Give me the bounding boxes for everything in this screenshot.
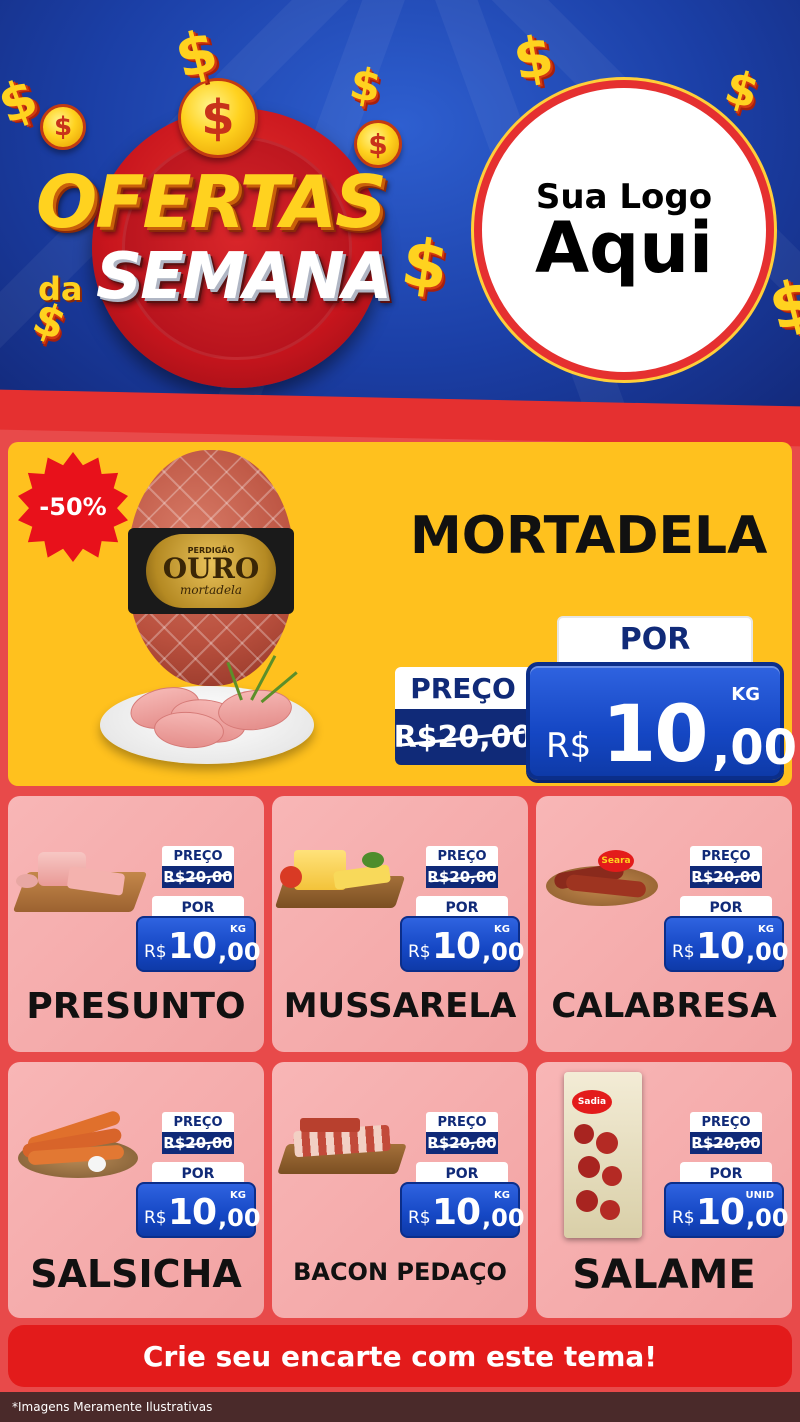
price-currency: R$ <box>546 726 592 766</box>
mortadela-label: PERDIGÃO OURO mortadela <box>146 534 276 608</box>
price-unit: KG <box>731 684 760 705</box>
preco-label: PREÇO <box>426 1112 498 1132</box>
product-name: SALAME <box>572 1252 756 1298</box>
price-unit: KG <box>494 1190 510 1201</box>
price-decimal: ,00 <box>746 1204 789 1232</box>
price-currency: R$ <box>672 942 695 962</box>
price-integer: 10 <box>432 1192 481 1233</box>
price-decimal: ,00 <box>482 1204 525 1232</box>
preco-label: PREÇO <box>690 1112 762 1132</box>
label-sub: mortadela <box>179 582 243 597</box>
price-unit: KG <box>494 924 510 935</box>
logo-placeholder: Sua Logo Aqui <box>474 80 774 380</box>
price-currency: R$ <box>144 942 167 962</box>
price-tag: KG R$ 10 ,00 <box>136 916 261 972</box>
price-unit: KG <box>758 924 774 935</box>
cta-banner[interactable]: Crie seu encarte com este tema! <box>8 1325 792 1387</box>
price-currency: R$ <box>408 942 431 962</box>
preco-label: PREÇO <box>162 846 234 866</box>
salsicha-image <box>8 1062 148 1252</box>
price-tag: KG R$ 10 ,00 <box>136 1182 261 1238</box>
price-decimal: ,00 <box>746 938 789 966</box>
product-name: SALSICHA <box>30 1252 242 1296</box>
price-integer: 10 <box>432 926 481 967</box>
product-card: PREÇO R$20,00 POR KG R$ 10 ,00 SALSICHA <box>8 1062 264 1318</box>
price-integer: 10 <box>696 926 745 967</box>
price-currency: R$ <box>144 1208 167 1228</box>
old-price-box: PREÇO R$20,00 <box>426 846 498 888</box>
price-integer: 10 <box>168 1192 217 1233</box>
mortadela-image: PERDIGÃO OURO mortadela <box>100 450 320 780</box>
header-banner: $ $ $ $ $ $ $ $ $ $ $ OFERTAS da SEMANA … <box>0 0 800 420</box>
disclaimer: *Imagens Meramente Ilustrativas <box>0 1392 800 1422</box>
price-decimal: ,00 <box>218 938 261 966</box>
presunto-image <box>8 796 148 986</box>
old-price-box: PREÇO R$20,00 <box>162 846 234 888</box>
por-label: POR <box>557 616 753 668</box>
featured-price-tag: KG R$ 10 ,00 <box>526 662 797 780</box>
preco-label: PREÇO <box>162 1112 234 1132</box>
title-semana: SEMANA <box>96 240 392 314</box>
dollar-sign-icon: $ <box>0 67 46 137</box>
old-price-box: PREÇO R$20,00 <box>690 1112 762 1154</box>
price-integer: 10 <box>602 690 709 780</box>
price-tag: UNID R$ 10 ,00 <box>664 1182 789 1238</box>
product-name: PRESUNTO <box>26 986 246 1027</box>
product-card: PREÇO R$20,00 POR KG R$ 10 ,00 PRESUNTO <box>8 796 264 1052</box>
seara-logo: Seara <box>598 850 634 872</box>
price-tag: KG R$ 10 ,00 <box>400 916 525 972</box>
product-card: PREÇO R$20,00 POR KG R$ 10 ,00 MUSSARELA <box>272 796 528 1052</box>
dollar-coin-icon: $ <box>40 104 86 150</box>
product-name: CALABRESA <box>551 986 777 1026</box>
dollar-sign-icon: $ <box>719 58 765 120</box>
mussarela-image <box>272 796 412 986</box>
price-currency: R$ <box>672 1208 695 1228</box>
preco-label: PREÇO <box>690 846 762 866</box>
dollar-sign-icon: $ <box>168 16 224 92</box>
title-ofertas: OFERTAS <box>36 160 387 244</box>
price-decimal: ,00 <box>218 1204 261 1232</box>
old-price-box: PREÇO R$20,00 <box>426 1112 498 1154</box>
sadia-logo: Sadia <box>572 1090 612 1114</box>
product-card: Seara PREÇO R$20,00 POR KG R$ 10 ,00 CAL… <box>536 796 792 1052</box>
old-price-box: PREÇO R$20,00 <box>162 1112 234 1154</box>
product-name: BACON PEDAÇO <box>293 1258 507 1286</box>
price-unit: UNID <box>745 1190 774 1201</box>
old-price-box: PREÇO R$20,00 <box>690 846 762 888</box>
preco-label: PREÇO <box>426 846 498 866</box>
preco-label: PREÇO <box>395 667 531 709</box>
price-decimal: ,00 <box>482 938 525 966</box>
label-main: OURO <box>162 551 260 585</box>
title-da: da <box>38 270 83 308</box>
product-card: PREÇO R$20,00 POR KG R$ 10 ,00 BACON PED… <box>272 1062 528 1318</box>
price-integer: 10 <box>168 926 217 967</box>
dollar-sign-icon: $ <box>761 263 800 346</box>
old-price-box: PREÇO R$20,00 <box>394 667 532 767</box>
price-tag: KG R$ 10 ,00 <box>664 916 789 972</box>
featured-product-name: MORTADELA <box>410 506 768 566</box>
price-integer: 10 <box>696 1192 745 1233</box>
price-tag: KG R$ 10 ,00 <box>400 1182 525 1238</box>
product-card: Sadia PREÇO R$20,00 POR UNID R$ 10 ,00 S… <box>536 1062 792 1318</box>
product-name: MUSSARELA <box>283 986 517 1026</box>
price-unit: KG <box>230 1190 246 1201</box>
calabresa-image: Seara <box>536 796 676 986</box>
price-unit: KG <box>230 924 246 935</box>
salame-image: Sadia <box>536 1062 676 1252</box>
logo-text-line2: Aqui <box>534 207 714 289</box>
price-decimal: ,00 <box>712 720 798 776</box>
price-currency: R$ <box>408 1208 431 1228</box>
bacon-image <box>272 1062 412 1252</box>
